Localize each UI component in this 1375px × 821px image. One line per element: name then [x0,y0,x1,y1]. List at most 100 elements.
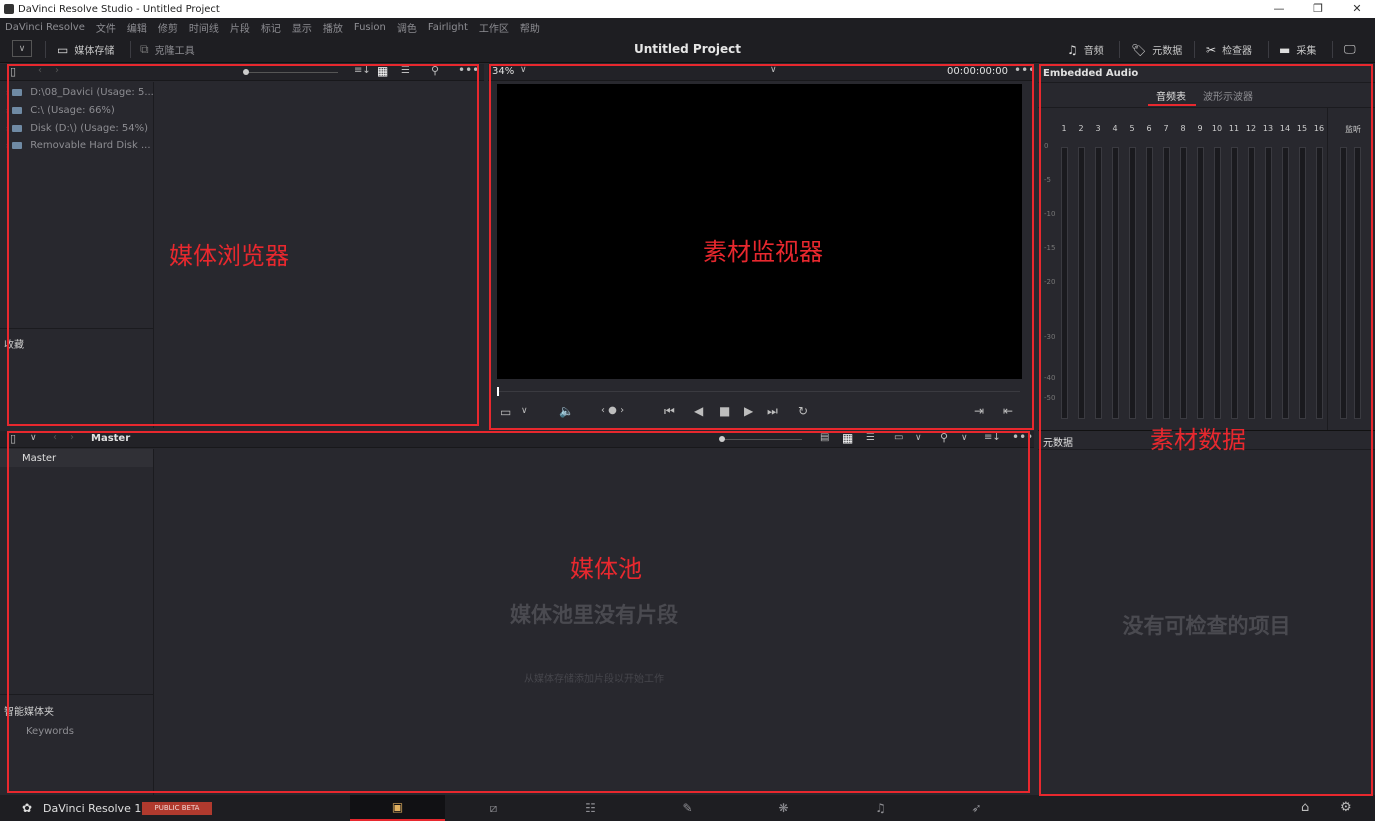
menu-view[interactable]: 显示 [292,20,312,35]
viewer-mode-icon[interactable]: ▭ [500,405,511,419]
viewer-options-icon[interactable]: ••• [1014,63,1035,77]
tab-color-page[interactable]: ❋ [736,795,831,821]
menu-fusion[interactable]: Fusion [354,22,386,33]
viewer-size-icon[interactable]: ▭ [894,432,903,443]
tag-icon: 🏷 [1131,42,1147,57]
menu-davinci[interactable]: DaVinci Resolve [5,22,85,33]
search-icon[interactable]: ⚲ [431,64,439,77]
channel-number: 7 [1163,124,1169,133]
list-view-icon[interactable]: ☰ [866,432,875,443]
tab-fusion-page[interactable]: ✎ [640,795,735,821]
tab-edit-page[interactable]: ☷ [543,795,638,821]
menu-trim[interactable]: 修剪 [158,20,178,35]
go-to-end-icon[interactable]: ⏭ [767,404,778,419]
fairlight-page-icon: ♫ [875,801,886,815]
media-storage-label: 媒体存储 [74,46,115,57]
channel-meter [1282,147,1289,419]
close-button[interactable]: ✕ [1339,0,1375,18]
sidebar-toggle-icon[interactable]: ▯ [10,65,16,78]
maximize-button[interactable]: ❐ [1300,0,1336,18]
bin-master[interactable]: Master [0,449,153,467]
drive-item[interactable]: › Disk (D:\) (Usage: 54%) [6,123,148,134]
tab-fairlight-page[interactable]: ♫ [833,795,928,821]
playhead[interactable] [497,387,499,396]
db-scale-label: -30 [1044,333,1056,341]
capture-button[interactable]: ▬ 采集 [1279,40,1316,59]
play-reverse-icon[interactable]: ◀ [694,404,703,418]
menu-color[interactable]: 调色 [397,20,417,35]
bin-dropdown-icon[interactable]: ∨ [30,433,37,443]
monitor-icon: 🖵 [1344,42,1356,56]
back-arrow-icon[interactable]: ‹ [53,432,57,443]
forward-arrow-icon[interactable]: › [55,65,59,76]
media-storage-button[interactable]: ▭ 媒体存储 [57,40,114,59]
list-view-icon[interactable]: ☰ [401,65,410,76]
menu-workspace[interactable]: 工作区 [479,20,509,35]
monitor-meter [1340,147,1347,419]
layout-toggle-button[interactable]: ∨ [12,40,32,57]
back-arrow-icon[interactable]: ‹ [38,65,42,76]
more-options-icon[interactable]: ••• [1012,430,1033,444]
thumbnail-size-slider[interactable] [720,439,802,440]
smart-bin-keywords[interactable]: Keywords [26,726,74,737]
menu-help[interactable]: 帮助 [520,20,540,35]
drive-item[interactable]: › C:\ (Usage: 66%) [6,105,115,116]
viewer-mode-dropdown-icon[interactable]: ∨ [521,406,528,416]
go-to-start-icon[interactable]: ⏮ [664,404,675,419]
expand-arrow-icon[interactable]: › [6,124,9,133]
tab-cut-page[interactable]: ⧄ [446,795,541,821]
menu-file[interactable]: 文件 [96,20,116,35]
jog-control-icon[interactable]: ‹ ● › [601,405,624,416]
drive-item[interactable]: › Removable Hard Disk ... [6,140,151,151]
drive-item[interactable]: › D:\08_Davici (Usage: 5... [6,87,154,98]
audio-button[interactable]: ♫ 音频 [1067,40,1104,59]
scrubber-track[interactable] [497,391,1020,392]
menu-clip[interactable]: 片段 [230,20,250,35]
thumbnail-view-icon[interactable]: ▦ [842,431,853,445]
expand-arrow-icon[interactable]: › [6,141,9,150]
metadata-view-icon[interactable]: ▤ [820,432,829,443]
home-icon[interactable]: ⌂ [1301,800,1309,815]
toolbar-divider [1119,41,1120,58]
search-icon[interactable]: ⚲ [940,431,948,444]
menu-playback[interactable]: 播放 [323,20,343,35]
thumbnail-view-icon[interactable]: ▦ [377,64,388,78]
settings-gear-icon[interactable]: ⚙ [1340,800,1352,815]
loop-icon[interactable]: ↻ [798,404,808,418]
zoom-dropdown-icon[interactable]: ∨ [520,65,527,75]
forward-arrow-icon[interactable]: › [70,432,74,443]
clip-dropdown-icon[interactable]: ∨ [770,65,777,75]
play-icon[interactable]: ▶ [744,404,753,418]
stop-icon[interactable]: ■ [719,404,730,418]
clone-tool-button[interactable]: ⧉ 克隆工具 [140,40,195,59]
more-options-icon[interactable]: ••• [458,63,479,77]
expand-arrow-icon[interactable]: › [6,88,9,97]
audio-volume-icon[interactable]: 🔈 [559,404,574,418]
menu-mark[interactable]: 标记 [261,20,281,35]
media-pool-header: ▯ ∨ ‹ › Master ▤ ▦ ☰ ▭ ∨ ⚲ ∨ ≡↓ ••• [0,430,1034,448]
mark-in-icon[interactable]: ⇥ [974,404,984,418]
sort-icon[interactable]: ≡↓ [354,65,371,76]
viewer-size-dropdown-icon[interactable]: ∨ [915,433,922,443]
slider-handle[interactable] [243,69,249,75]
menu-edit[interactable]: 编辑 [127,20,147,35]
tab-media-page[interactable]: ▣ [350,795,445,821]
thumbnail-size-slider[interactable] [246,72,338,73]
fullscreen-button[interactable]: 🖵 [1344,40,1362,59]
tab-audio-meters[interactable]: 音频表 [1156,88,1186,103]
metadata-button[interactable]: 🏷 元数据 [1131,40,1182,59]
expand-arrow-icon[interactable]: › [6,106,9,115]
search-dropdown-icon[interactable]: ∨ [961,433,968,443]
zoom-level[interactable]: 34% [492,66,514,77]
bin-list-toggle-icon[interactable]: ▯ [10,432,16,445]
minimize-button[interactable]: — [1261,0,1297,18]
slider-handle[interactable] [719,436,725,442]
toolbar-divider [45,41,46,58]
menu-timeline[interactable]: 时间线 [189,20,219,35]
sort-icon[interactable]: ≡↓ [984,432,1001,443]
mark-out-icon[interactable]: ⇤ [1003,404,1013,418]
menu-fairlight[interactable]: Fairlight [428,22,468,33]
inspector-button[interactable]: ✂ 检查器 [1206,40,1252,59]
tab-waveform-scope[interactable]: 波形示波器 [1203,88,1253,103]
tab-deliver-page[interactable]: ➶ [929,795,1024,821]
